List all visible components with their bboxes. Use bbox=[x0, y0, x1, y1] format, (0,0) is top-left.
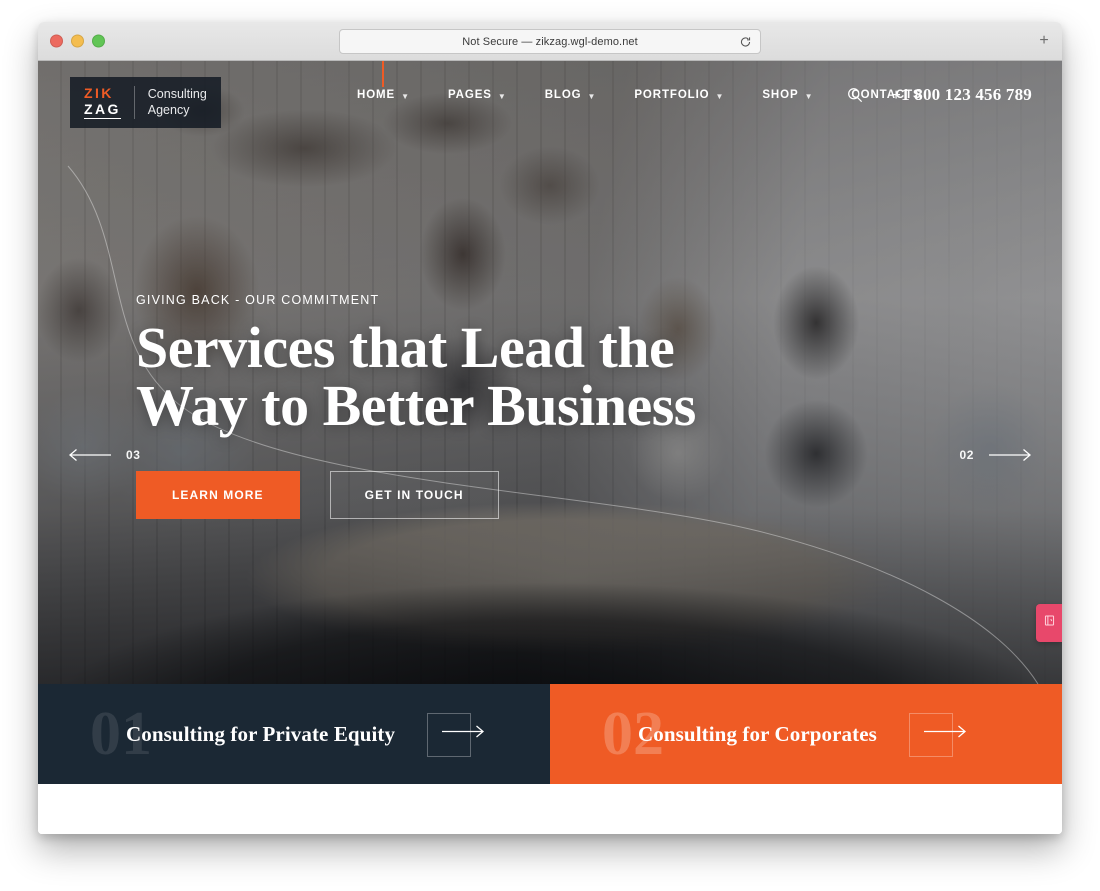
arrow-right-icon bbox=[923, 725, 967, 744]
slider-prev-number: 03 bbox=[126, 448, 141, 462]
reload-icon[interactable] bbox=[739, 35, 752, 48]
page-viewport: ZIK ZAG Consulting Agency HOME ▼ PAGES ▼… bbox=[38, 61, 1062, 834]
browser-titlebar: Not Secure — zikzag.wgl-demo.net + bbox=[38, 22, 1062, 61]
slider-prev-control[interactable]: 03 bbox=[68, 448, 141, 462]
nav-label-blog: BLOG bbox=[544, 89, 582, 101]
promo-card-arrow bbox=[427, 713, 485, 757]
side-widget-button[interactable] bbox=[1036, 604, 1062, 642]
minimize-window-button[interactable] bbox=[71, 34, 84, 48]
promo-cards-section: 01 Consulting for Private Equity 02 Cons… bbox=[38, 684, 1062, 784]
chevron-down-icon: ▼ bbox=[587, 91, 597, 101]
arrow-right-icon bbox=[441, 725, 485, 744]
promo-card-arrow bbox=[908, 713, 966, 757]
site-logo[interactable]: ZIK ZAG Consulting Agency bbox=[70, 77, 221, 129]
new-tab-button[interactable]: + bbox=[1035, 32, 1053, 50]
chevron-down-icon: ▼ bbox=[804, 91, 814, 101]
learn-more-button[interactable]: LEARN MORE bbox=[136, 471, 300, 519]
hero-buttons: LEARN MORE GET IN TOUCH bbox=[136, 471, 696, 519]
nav-label-portfolio: PORTFOLIO bbox=[634, 89, 710, 101]
close-window-button[interactable] bbox=[50, 34, 63, 48]
logo-mark: ZIK ZAG bbox=[84, 85, 121, 120]
arrow-left-icon bbox=[68, 448, 112, 462]
hero-subtitle: GIVING BACK - OUR COMMITMENT bbox=[136, 293, 380, 307]
page-content-below bbox=[38, 784, 1062, 834]
site-header: ZIK ZAG Consulting Agency HOME ▼ PAGES ▼… bbox=[38, 61, 1062, 129]
nav-label-home: HOME bbox=[357, 89, 396, 101]
nav-label-shop: SHOP bbox=[762, 89, 799, 101]
book-icon bbox=[1043, 614, 1056, 632]
chevron-down-icon: ▼ bbox=[401, 91, 410, 101]
zoom-window-button[interactable] bbox=[92, 34, 105, 48]
get-in-touch-button[interactable]: GET IN TOUCH bbox=[329, 471, 499, 519]
nav-item-home[interactable]: HOME ▼ bbox=[338, 61, 429, 129]
slider-next-number: 02 bbox=[959, 448, 974, 462]
phone-number[interactable]: +1 800 123 456 789 bbox=[891, 85, 1032, 105]
nav-label-pages: PAGES bbox=[447, 89, 492, 101]
chevron-down-icon: ▼ bbox=[497, 91, 507, 101]
promo-card-private-equity[interactable]: 01 Consulting for Private Equity bbox=[38, 684, 550, 784]
hero-title: Services that Lead the Way to Better Bus… bbox=[136, 315, 696, 438]
logo-zag-text: ZAG bbox=[84, 101, 121, 120]
logo-tagline-line2: Agency bbox=[147, 102, 190, 117]
nav-item-blog[interactable]: BLOG ▼ bbox=[526, 61, 616, 129]
arrow-right-icon bbox=[988, 448, 1032, 462]
logo-tagline-line1: Consulting bbox=[147, 87, 207, 102]
browser-window: Not Secure — zikzag.wgl-demo.net + ZIK Z… bbox=[38, 22, 1062, 834]
chevron-down-icon: ▼ bbox=[715, 91, 725, 101]
nav-item-portfolio[interactable]: PORTFOLIO ▼ bbox=[615, 61, 743, 129]
address-bar[interactable]: Not Secure — zikzag.wgl-demo.net bbox=[339, 29, 761, 54]
nav-item-pages[interactable]: PAGES ▼ bbox=[429, 61, 526, 129]
nav-item-shop[interactable]: SHOP ▼ bbox=[743, 61, 832, 129]
logo-zik-text: ZIK bbox=[84, 85, 114, 101]
promo-card-corporates[interactable]: 02 Consulting for Corporates bbox=[550, 684, 1062, 784]
header-right-group: +1 800 123 456 789 bbox=[845, 61, 1032, 129]
address-text: Not Secure — zikzag.wgl-demo.net bbox=[462, 35, 638, 48]
logo-divider bbox=[133, 86, 135, 120]
promo-card-title: Consulting for Corporates bbox=[638, 721, 877, 746]
slider-next-control[interactable]: 02 bbox=[959, 448, 1032, 462]
window-controls bbox=[50, 34, 105, 48]
hero-content: GIVING BACK - OUR COMMITMENT Services th… bbox=[136, 293, 696, 519]
hero-section: ZIK ZAG Consulting Agency HOME ▼ PAGES ▼… bbox=[38, 61, 1062, 684]
promo-card-title: Consulting for Private Equity bbox=[126, 721, 396, 746]
logo-tagline: Consulting Agency bbox=[148, 86, 207, 119]
search-icon[interactable] bbox=[845, 85, 865, 105]
